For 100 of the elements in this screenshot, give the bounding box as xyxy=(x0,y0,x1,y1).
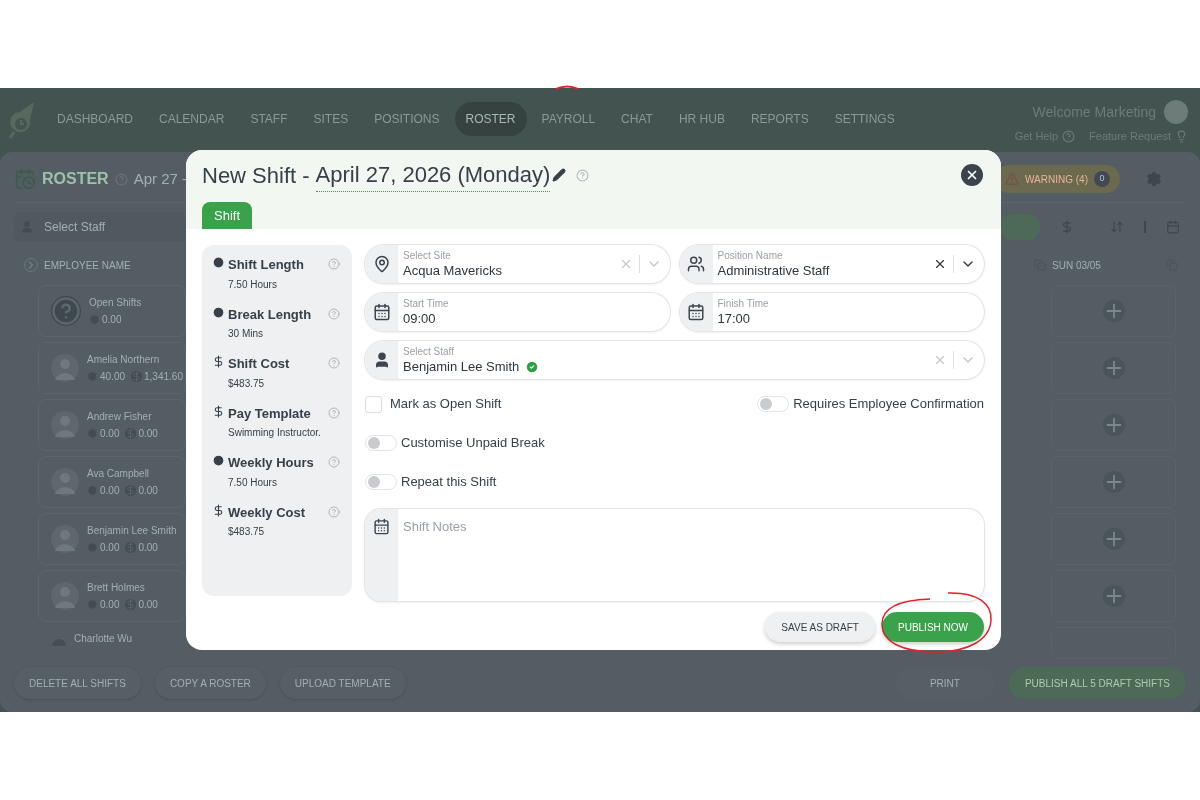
nav-item[interactable]: POSITIONS xyxy=(363,102,451,136)
hours-value: 0.00 xyxy=(100,541,120,555)
help-icon xyxy=(328,258,340,270)
day-cell[interactable] xyxy=(1051,285,1176,337)
avatar xyxy=(51,582,79,610)
tab[interactable]: Shift xyxy=(202,202,252,229)
employee-name: Ava Campbell xyxy=(87,467,151,481)
publish-button[interactable]: PUBLISH NOW xyxy=(882,612,984,642)
field-value: 09:00 xyxy=(403,312,436,325)
help-icon xyxy=(1062,129,1076,143)
footer-button[interactable]: COPY A ROSTER xyxy=(154,667,266,699)
calendar-icon xyxy=(687,303,705,321)
nav-item[interactable]: PAYROLL xyxy=(530,102,607,136)
nav-item[interactable]: SITES xyxy=(302,102,360,136)
add-shift-icon[interactable] xyxy=(1102,357,1125,379)
column-header: EMPLOYEE NAME xyxy=(44,258,131,273)
field-label: Select Staff xyxy=(403,346,455,357)
settings-icon[interactable] xyxy=(1146,171,1162,187)
employee-name: Brett Holmes xyxy=(87,581,146,595)
toggle-switch[interactable] xyxy=(757,396,790,412)
summary-value: 30 Mins xyxy=(228,327,264,341)
employee-name: Amelia Northern xyxy=(87,353,161,367)
help-icon xyxy=(328,357,340,369)
day-cell[interactable] xyxy=(1051,399,1176,451)
nav-item[interactable]: HR HUB xyxy=(667,102,736,136)
dollar-icon xyxy=(212,404,225,418)
day-cell[interactable] xyxy=(1051,513,1176,565)
notes-icon xyxy=(373,518,390,535)
warning-icon xyxy=(1005,172,1020,186)
close-button[interactable] xyxy=(961,164,983,186)
field-label: Start Time xyxy=(403,299,450,309)
hours-value: 40.00 xyxy=(100,370,126,384)
checkbox-label: Mark as Open Shift xyxy=(390,395,502,414)
field-label: Finish Time xyxy=(717,299,770,309)
select-field[interactable]: Position Name Administrative Staff xyxy=(679,245,984,283)
shift-date[interactable]: April 27, 2026 (Monday) xyxy=(315,158,551,192)
summary-label: Break Length xyxy=(228,305,312,324)
summary-label: Weekly Cost xyxy=(228,503,306,522)
help-icon xyxy=(328,307,340,320)
help-icon xyxy=(576,168,590,182)
select-field[interactable]: Finish Time 17:00 xyxy=(679,293,984,331)
add-shift-icon[interactable] xyxy=(1102,471,1125,493)
employee-name: Charlotte Wu xyxy=(74,632,133,646)
map-pin-icon xyxy=(372,255,391,273)
summary-value: 7.50 Hours xyxy=(228,277,278,292)
employee-name: Andrew Fisher xyxy=(87,410,153,424)
dialog-title: New Shift - xyxy=(202,161,310,190)
cost-value: 0.00 xyxy=(138,541,158,555)
cost-value: 1,341.60 xyxy=(144,370,183,384)
save-draft-button[interactable]: SAVE AS DRAFT xyxy=(765,612,875,642)
employee-name: Benjamin Lee Smith xyxy=(87,524,177,538)
notes-field[interactable]: Shift Notes xyxy=(365,509,984,601)
annotation-arc xyxy=(555,85,579,90)
field-value: Administrative Staff xyxy=(717,264,830,277)
nav-item[interactable]: DASHBOARD xyxy=(46,102,144,136)
footer-button[interactable]: DELETE ALL SHIFTS xyxy=(14,667,141,699)
add-shift-icon[interactable] xyxy=(1102,585,1125,607)
nav-item[interactable]: ROSTER xyxy=(454,102,527,136)
avatar xyxy=(51,354,79,382)
summary-value: $483.75 xyxy=(228,376,266,391)
summary-label: Shift Cost xyxy=(228,355,290,373)
footer-button[interactable]: UPLOAD TEMPLATE xyxy=(279,667,406,699)
day-cell[interactable] xyxy=(1051,456,1176,508)
dollar-icon[interactable] xyxy=(1060,220,1074,234)
nav-item[interactable]: CHAT xyxy=(610,102,664,136)
question-avatar xyxy=(51,296,81,326)
add-shift-icon[interactable] xyxy=(1102,300,1125,322)
user-avatar[interactable] xyxy=(1164,100,1188,124)
add-shift-icon[interactable] xyxy=(1102,414,1125,436)
edit-icon[interactable] xyxy=(552,168,567,182)
dollar-icon xyxy=(131,371,143,382)
summary-value: Swimming Instructor. xyxy=(228,426,321,440)
publish-all-button[interactable]: PUBLISH ALL 5 DRAFT SHIFTS xyxy=(1008,667,1186,699)
day-cell[interactable] xyxy=(1051,570,1176,622)
summary-label: Weekly Hours xyxy=(228,454,314,472)
date-range: Apr 27 - xyxy=(133,168,188,189)
dollar-icon xyxy=(212,503,225,517)
toggle-switch[interactable] xyxy=(365,435,397,451)
view-button[interactable] xyxy=(1000,214,1040,240)
cost-value: 0.00 xyxy=(138,427,158,441)
sort-icon[interactable] xyxy=(1110,220,1124,234)
hours-value: 0.00 xyxy=(100,484,120,498)
dollar-icon xyxy=(125,599,137,610)
staff-placeholder: Select Staff xyxy=(44,219,106,236)
day-cell[interactable] xyxy=(1051,342,1176,394)
select-field[interactable]: Start Time 09:00 xyxy=(365,293,670,331)
toggle-switch[interactable] xyxy=(365,474,397,490)
staff-select-field[interactable]: Select Staff xyxy=(14,212,186,242)
nav-item[interactable]: CALENDAR xyxy=(148,102,236,136)
avatar xyxy=(51,411,79,439)
field-label: Select Site xyxy=(403,251,452,261)
nav-item[interactable]: REPORTS xyxy=(739,102,820,136)
clear-icon[interactable] xyxy=(933,257,947,271)
avatar xyxy=(51,468,79,496)
add-shift-icon[interactable] xyxy=(1102,528,1125,550)
checkbox[interactable] xyxy=(365,395,382,413)
nav-item[interactable]: STAFF xyxy=(239,102,299,136)
cost-value: 0.00 xyxy=(138,598,158,612)
lightbulb-icon xyxy=(1175,129,1188,143)
nav-item[interactable]: SETTINGS xyxy=(823,102,906,136)
